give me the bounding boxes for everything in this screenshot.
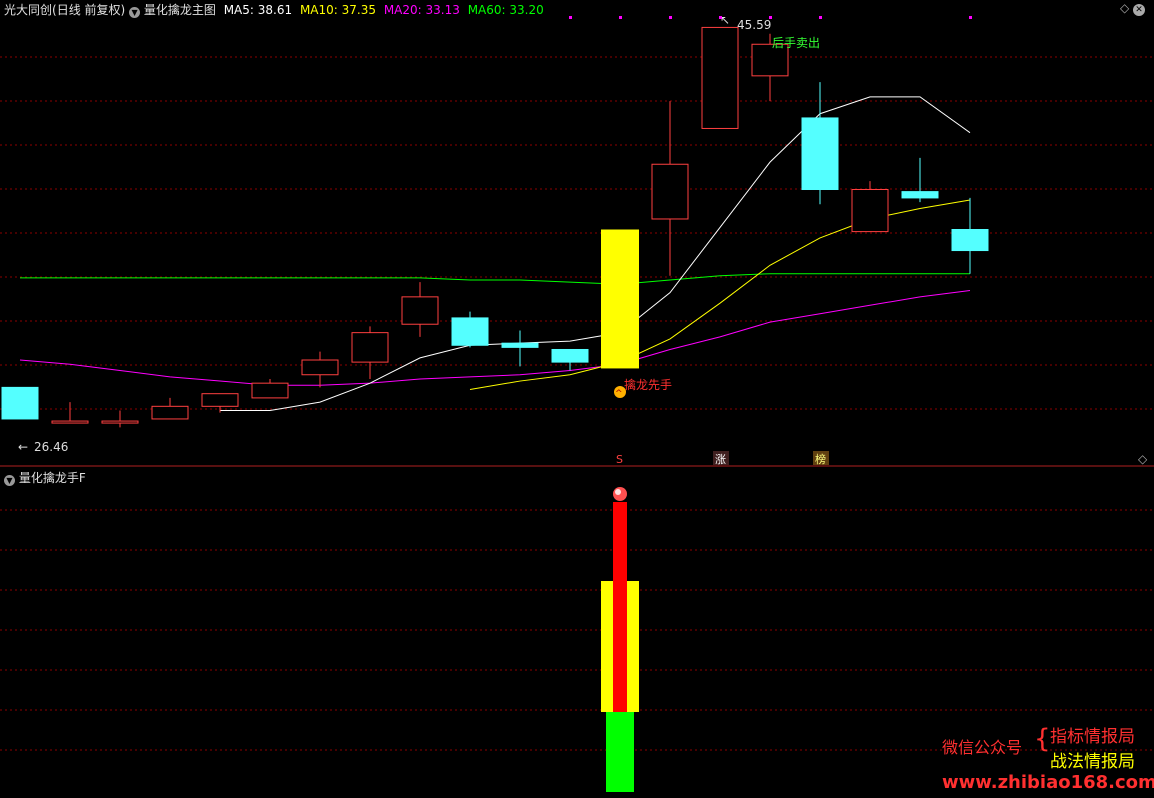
ma5-value: MA5: 38.61 bbox=[223, 3, 293, 17]
candle-body bbox=[151, 405, 189, 420]
top-dot bbox=[619, 16, 622, 19]
candle-body bbox=[251, 382, 289, 399]
candle-body bbox=[451, 317, 489, 346]
window-controls: ◇ ✕ bbox=[1120, 1, 1146, 16]
candle-body bbox=[951, 229, 989, 252]
ma10-value: MA10: 37.35 bbox=[299, 3, 376, 17]
sell-signal-label: 后手卖出 bbox=[772, 36, 820, 50]
low-arrow-icon: ← bbox=[18, 440, 28, 454]
buy-signal-label: 擒龙先手 bbox=[624, 377, 672, 392]
ma60-value: MA60: 33.20 bbox=[467, 3, 544, 17]
signal-peak-highlight-icon bbox=[615, 489, 621, 495]
sub-panel-header: ▼ 量化擒龙手F bbox=[4, 469, 86, 486]
buy-signal-icon-glyph: ^ bbox=[615, 389, 623, 399]
candle-body bbox=[201, 393, 239, 407]
expand-diamond-icon[interactable]: ◇ bbox=[1138, 452, 1147, 466]
close-circle-icon[interactable]: ✕ bbox=[1133, 4, 1146, 16]
candle-body bbox=[801, 117, 839, 191]
lower-green-bar bbox=[606, 712, 634, 792]
candle-body bbox=[401, 296, 439, 325]
top-dot-markers bbox=[569, 16, 972, 19]
sub-indicator-dropdown-icon[interactable]: ▼ bbox=[4, 475, 15, 486]
period-label: (日线 前复权) bbox=[52, 3, 126, 17]
grid-lines bbox=[0, 56, 1154, 751]
top-dot bbox=[569, 16, 572, 19]
candle-body bbox=[501, 342, 539, 348]
watermark-name2: 战法情报局 bbox=[1050, 752, 1135, 772]
watermark-wechat: 微信公众号 bbox=[942, 738, 1023, 757]
marker-bang: 榜 bbox=[815, 452, 826, 466]
high-arrow-icon: ↖ bbox=[720, 13, 730, 27]
indicator-dropdown-icon[interactable]: ▼ bbox=[129, 7, 141, 18]
marker-s: S bbox=[616, 453, 623, 466]
lower-red-bar bbox=[613, 502, 627, 712]
ma10-line bbox=[469, 199, 971, 390]
high-price-label: 45.59 bbox=[737, 18, 771, 32]
candle-body bbox=[901, 191, 939, 199]
candle-body bbox=[851, 189, 889, 233]
top-dot bbox=[969, 16, 972, 19]
lower-indicator-bars bbox=[601, 502, 639, 792]
candle-body bbox=[1, 386, 39, 420]
candle-body bbox=[701, 26, 739, 129]
watermark-brace-icon: { bbox=[1034, 724, 1051, 754]
watermark-name1: 指标情报局 bbox=[1050, 727, 1135, 747]
ma20-value: MA20: 33.13 bbox=[383, 3, 460, 17]
low-price-label: 26.46 bbox=[34, 440, 68, 454]
signal-candle bbox=[601, 229, 639, 369]
main-panel-header: 光大同创(日线 前复权) ▼ 量化擒龙主图 MA5: 38.61 MA10: 3… bbox=[4, 1, 544, 18]
indicator-name[interactable]: 量化擒龙主图 bbox=[144, 3, 216, 17]
candle-body bbox=[51, 420, 89, 424]
candle-body bbox=[101, 420, 139, 424]
ma60-line bbox=[20, 273, 970, 285]
marker-zhang: 涨 bbox=[715, 453, 726, 466]
candlestick-series bbox=[1, 26, 989, 428]
sub-indicator-name[interactable]: 量化擒龙手F bbox=[19, 471, 86, 485]
watermark-url: www.zhibiao168.com bbox=[942, 772, 1154, 793]
top-dot bbox=[719, 16, 722, 19]
ma20-line bbox=[19, 290, 971, 386]
top-dot bbox=[819, 16, 822, 19]
top-dot bbox=[669, 16, 672, 19]
candle-body bbox=[551, 348, 589, 363]
stock-chart: 45.59 ↖ 26.46 ← 后手卖出 擒龙先手 ^ S 涨 榜 bbox=[0, 13, 1154, 792]
candle-body bbox=[301, 359, 339, 376]
stock-name[interactable]: 光大同创 bbox=[4, 3, 52, 17]
candle-body bbox=[651, 163, 689, 220]
diamond-icon[interactable]: ◇ bbox=[1120, 1, 1129, 15]
buy-signal-bar bbox=[601, 229, 639, 369]
candle-body bbox=[351, 332, 389, 363]
top-dot bbox=[769, 16, 772, 19]
